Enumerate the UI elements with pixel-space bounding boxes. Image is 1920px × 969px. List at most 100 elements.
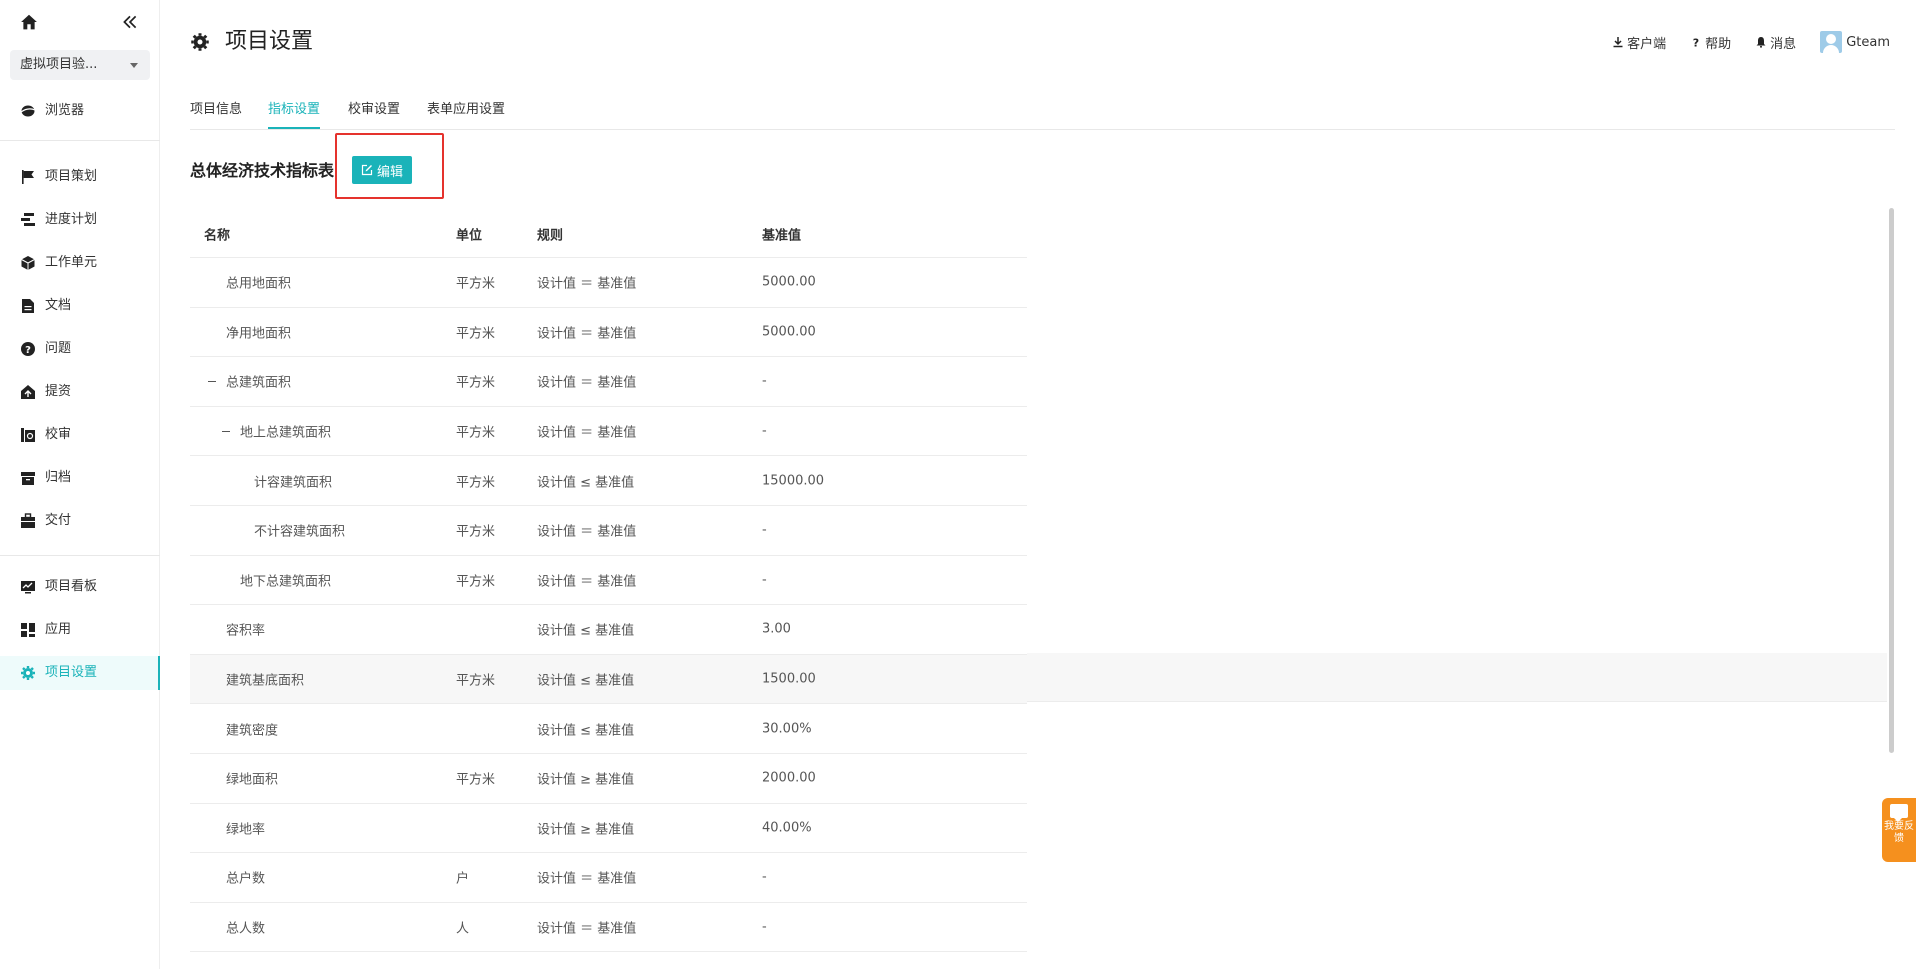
cell-name: 不计容建筑面积 (254, 524, 346, 540)
sidebar-item-browser[interactable]: 浏览器 (0, 94, 160, 128)
dashboard-icon (21, 581, 35, 594)
cell-base: 5000.00 (762, 274, 816, 290)
cell-name: 总建筑面积 (226, 375, 292, 391)
tab-form-app-settings[interactable]: 表单应用设置 (427, 98, 505, 117)
sidebar-item-label: 交付 (45, 513, 72, 528)
table-row[interactable]: 总建筑面积 平方米 设计值 ＝ 基准值 - (190, 357, 1027, 407)
project-selector[interactable]: 虚拟项目验... (10, 50, 150, 80)
download-icon (1613, 37, 1623, 48)
sidebar-item-label: 问题 (45, 341, 72, 356)
username: Gteam (1846, 34, 1890, 50)
sidebar-item-delivery[interactable]: 交付 (0, 504, 160, 538)
table-row[interactable]: 不计容建筑面积 平方米 设计值 ＝ 基准值 - (190, 506, 1027, 556)
apps-icon (21, 623, 35, 637)
question-icon: ? (21, 342, 35, 356)
collapse-toggle-icon[interactable] (207, 376, 217, 386)
edit-button[interactable]: 编辑 (352, 156, 412, 184)
sidebar-item-label: 应用 (45, 622, 72, 637)
document-icon (22, 299, 34, 313)
user-menu[interactable]: Gteam (1820, 31, 1890, 53)
cell-rule: 设计值 ≤ 基准值 (537, 673, 635, 689)
cell-base: 5000.00 (762, 324, 816, 340)
briefcase-icon (21, 513, 35, 528)
sidebar-item-review[interactable]: 校审 (0, 418, 160, 452)
svg-text:?: ? (25, 345, 31, 356)
sidebar-item-apps[interactable]: 应用 (0, 613, 160, 647)
cell-name: 总用地面积 (226, 276, 292, 292)
table-row[interactable]: 容积率 设计值 ≤ 基准值 3.00 (190, 605, 1027, 655)
sidebar-item-work-unit[interactable]: 工作单元 (0, 246, 160, 280)
home-icon[interactable] (20, 13, 38, 31)
sidebar-divider (0, 140, 160, 141)
table-row[interactable]: 总户数 户 设计值 ＝ 基准值 - (190, 853, 1027, 903)
avatar (1820, 31, 1843, 53)
globe-icon (20, 105, 36, 117)
client-download-link[interactable]: 客户端 (1612, 33, 1666, 52)
sidebar-item-label: 浏览器 (45, 103, 85, 118)
table-body: 总用地面积 平方米 设计值 ＝ 基准值 5000.00 净用地面积 平方米 设计值 ＝ 基准… (190, 258, 1027, 953)
sidebar-item-documents[interactable]: 文档 (0, 289, 160, 323)
cell-base: - (762, 919, 767, 935)
cell-rule: 设计值 ＝ 基准值 (537, 921, 637, 937)
sidebar-item-label: 校审 (45, 427, 72, 442)
tab-project-info[interactable]: 项目信息 (190, 98, 242, 117)
table-row[interactable]: 建筑密度 设计值 ≤ 基准值 30.00% (190, 704, 1027, 754)
sidebar-item-archive[interactable]: 归档 (0, 461, 160, 495)
cell-name: 建筑基底面积 (226, 673, 305, 689)
gantt-icon (21, 213, 35, 226)
cell-name: 绿地率 (226, 822, 266, 838)
table-row[interactable]: 净用地面积 平方米 设计值 ＝ 基准值 5000.00 (190, 308, 1027, 358)
help-label: 帮助 (1705, 36, 1732, 52)
cell-name: 容积率 (226, 623, 266, 639)
sidebar-item-label: 工作单元 (45, 255, 98, 270)
table-row[interactable]: 建筑基底面积 平方米 设计值 ≤ 基准值 1500.00 (190, 654, 1027, 705)
sidebar-item-submit[interactable]: 提资 (0, 375, 160, 409)
cell-unit: 平方米 (456, 475, 496, 491)
cell-unit: 平方米 (456, 524, 496, 540)
messages-label: 消息 (1770, 36, 1797, 52)
tab-indicator-settings[interactable]: 指标设置 (268, 98, 320, 117)
table-row[interactable]: 地下总建筑面积 平方米 设计值 ＝ 基准值 - (190, 556, 1027, 606)
scrollbar[interactable] (1889, 208, 1894, 753)
cell-rule: 设计值 ＝ 基准值 (537, 574, 637, 590)
cube-icon (21, 256, 35, 270)
collapse-toggle-icon[interactable] (221, 426, 231, 436)
chevron-down-icon (130, 63, 138, 68)
cell-name: 总户数 (226, 871, 266, 887)
cell-unit: 平方米 (456, 375, 496, 391)
help-link[interactable]: ? 帮助 (1690, 33, 1731, 52)
table-row[interactable]: 总用地面积 平方米 设计值 ＝ 基准值 5000.00 (190, 258, 1027, 308)
top-toolbar: 客户端 ? 帮助 消息 Gteam (1588, 30, 1890, 54)
gear-icon (21, 666, 35, 680)
sidebar-item-project-settings[interactable]: 项目设置 (0, 656, 160, 690)
edit-icon (361, 164, 373, 176)
cell-rule: 设计值 ＝ 基准值 (537, 276, 637, 292)
table-row[interactable]: 总人数 人 设计值 ＝ 基准值 - (190, 903, 1027, 953)
cell-name: 总人数 (226, 921, 266, 937)
cell-unit: 平方米 (456, 574, 496, 590)
sidebar-item-schedule[interactable]: 进度计划 (0, 203, 160, 237)
feedback-button[interactable]: 我要反馈 (1882, 798, 1916, 862)
table-row[interactable]: 地上总建筑面积 平方米 设计值 ＝ 基准值 - (190, 407, 1027, 457)
sidebar-item-planning[interactable]: 项目策划 (0, 160, 160, 194)
cell-rule: 设计值 ＝ 基准值 (537, 326, 637, 342)
active-tab-indicator (268, 127, 320, 129)
sidebar-item-dashboard[interactable]: 项目看板 (0, 570, 160, 604)
feedback-label: 我要反馈 (1884, 821, 1914, 844)
tab-review-settings[interactable]: 校审设置 (348, 98, 400, 117)
cell-name: 地上总建筑面积 (240, 425, 332, 441)
sidebar-item-label: 归档 (45, 470, 72, 485)
messages-link[interactable]: 消息 (1755, 33, 1796, 52)
submit-icon (21, 385, 35, 399)
page-title: 项目设置 (225, 29, 314, 54)
table-row[interactable]: 绿地率 设计值 ≥ 基准值 40.00% (190, 804, 1027, 854)
table-row[interactable]: 计容建筑面积 平方米 设计值 ≤ 基准值 15000.00 (190, 456, 1027, 506)
collapse-sidebar-icon[interactable] (121, 13, 139, 31)
sidebar-item-issues[interactable]: ? 问题 (0, 332, 160, 366)
cell-unit: 平方米 (456, 425, 496, 441)
cell-base: 30.00% (762, 721, 812, 737)
table-row[interactable]: 绿地面积 平方米 设计值 ≥ 基准值 2000.00 (190, 754, 1027, 804)
sidebar-item-label: 文档 (45, 298, 72, 313)
column-header-name: 名称 (204, 228, 231, 243)
cell-name: 绿地面积 (226, 772, 279, 788)
